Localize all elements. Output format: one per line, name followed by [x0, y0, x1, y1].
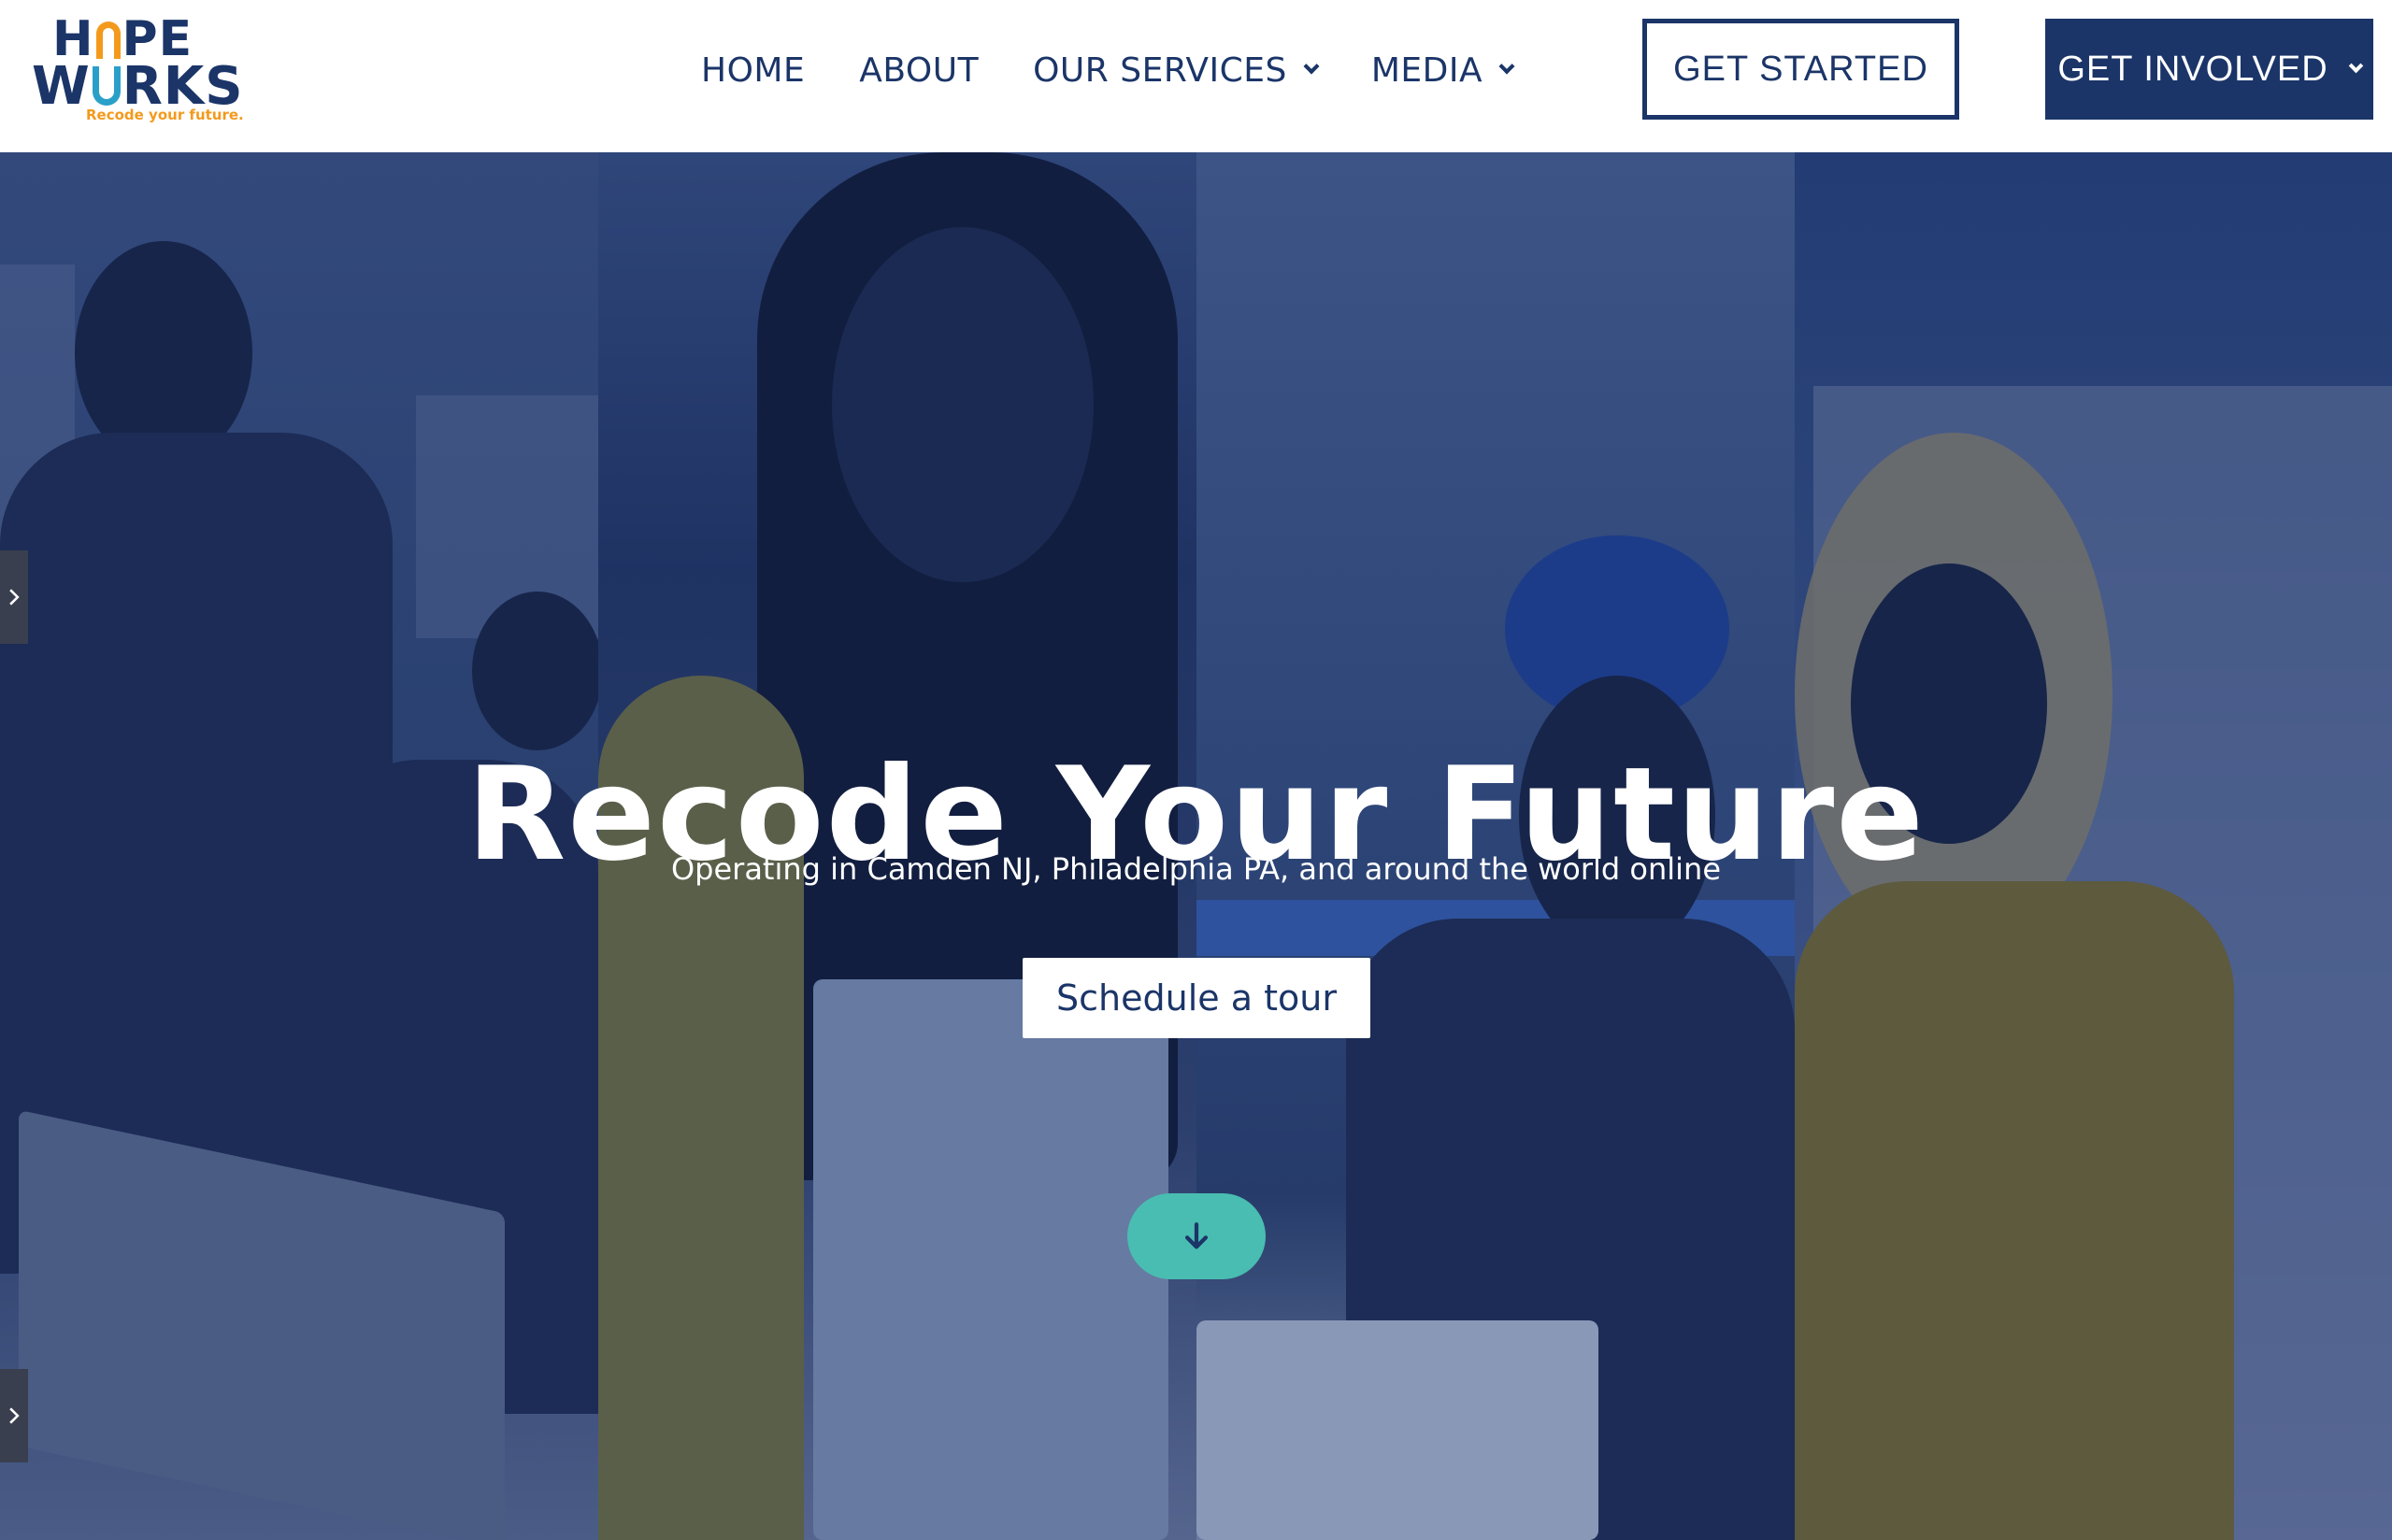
- chevron-right-icon: [9, 1407, 20, 1424]
- photo-person-body: [1795, 881, 2234, 1540]
- chevron-right-icon: [9, 589, 20, 606]
- photo-laptop: [813, 979, 1168, 1540]
- chevron-down-icon: [1498, 58, 1515, 75]
- nav-item-label: OUR SERVICES: [1033, 50, 1287, 90]
- chevron-down-icon: [2348, 58, 2363, 73]
- photo-person-head: [472, 592, 603, 750]
- get-involved-button[interactable]: GET INVOLVED: [2045, 19, 2373, 120]
- logo-tagline: Recode your future.: [86, 107, 244, 123]
- chevron-down-icon: [1303, 58, 1320, 75]
- arrow-down-icon: [1184, 1222, 1209, 1249]
- photo-person-head: [832, 227, 1094, 582]
- logo-o-bottom-icon: [92, 66, 121, 106]
- side-tab-top[interactable]: [0, 550, 28, 644]
- nav-item-label: ABOUT: [859, 50, 980, 90]
- scroll-down-button[interactable]: [1127, 1193, 1266, 1279]
- nav-item-about[interactable]: ABOUT: [859, 51, 979, 90]
- hero-section: Recode Your Future Operating in Camden N…: [0, 152, 2392, 1540]
- get-involved-label: GET INVOLVED: [2057, 49, 2328, 89]
- nav-item-label: MEDIA: [1370, 50, 1483, 90]
- hero-subtitle: Operating in Camden NJ, Philadelphia PA,…: [670, 851, 1722, 887]
- side-tab-bottom[interactable]: [0, 1369, 28, 1462]
- nav-item-media[interactable]: MEDIA: [1370, 50, 1515, 90]
- nav-item-label: HOME: [701, 50, 806, 90]
- nav-item-our-services[interactable]: OUR SERVICES: [1033, 50, 1320, 90]
- photo-person-head: [75, 241, 252, 465]
- site-header: H PE W RKS Recode your future. HOME ABOUT …: [0, 0, 2392, 152]
- logo-o-top-icon: [95, 21, 121, 59]
- nav-item-home[interactable]: HOME: [701, 51, 805, 90]
- schedule-tour-button[interactable]: Schedule a tour: [1023, 958, 1370, 1038]
- get-started-button[interactable]: GET STARTED: [1642, 19, 1959, 120]
- main-nav: HOME ABOUT OUR SERVICES MEDIA: [701, 0, 1567, 140]
- photo-laptop: [1196, 1320, 1598, 1540]
- hopeworks-logo[interactable]: H PE W RKS Recode your future.: [32, 11, 244, 127]
